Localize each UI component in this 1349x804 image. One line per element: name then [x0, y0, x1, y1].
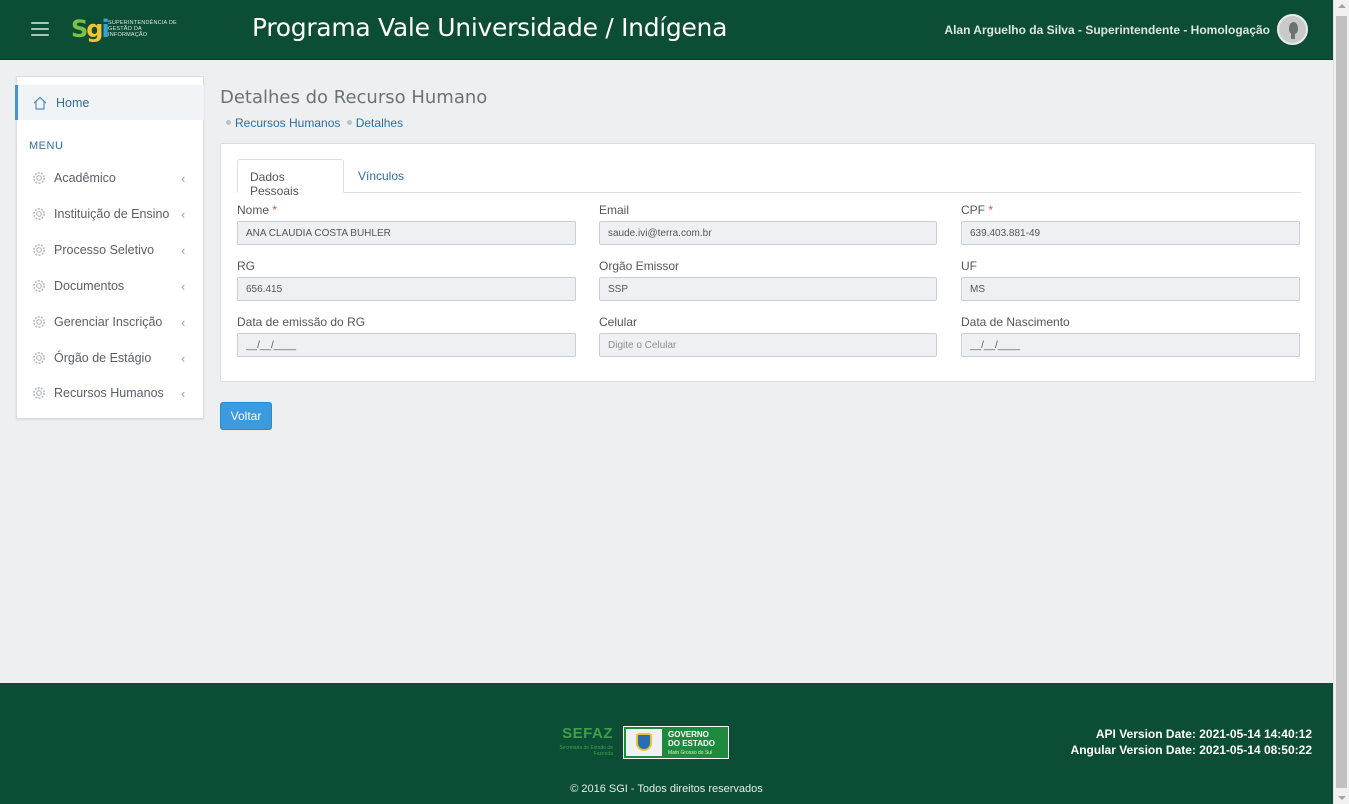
copyright: © 2016 SGI - Todos direitos reservados — [570, 783, 763, 795]
data-emissao-rg-label: Data de emissão do RG — [237, 315, 366, 329]
page-title: Detalhes do Recurso Humano — [220, 87, 488, 108]
scroll-down-icon[interactable] — [1338, 796, 1346, 800]
home-icon — [33, 96, 47, 110]
gear-icon — [33, 244, 45, 256]
scroll-up-icon[interactable] — [1338, 4, 1346, 8]
menu-icon[interactable] — [31, 22, 49, 36]
sidebar-item-label: Órgão de Estágio — [54, 351, 152, 365]
user-name[interactable]: Alan Arguelho da Silva - Superintendente… — [944, 23, 1270, 37]
app-title: Programa Vale Universidade / Indígena — [252, 13, 728, 42]
sgi-logo-mark: Sgi — [71, 15, 110, 43]
governo-logo-subtitle: Mato Grosso do Sul — [668, 750, 713, 756]
sidebar-item-academico[interactable]: Acadêmico ‹ — [17, 163, 205, 193]
email-label: Email — [599, 203, 630, 217]
nome-label: Nome * — [237, 203, 277, 217]
tab-vinculos[interactable]: Vínculos — [346, 159, 416, 193]
voltar-button[interactable]: Voltar — [220, 402, 272, 430]
sidebar-item-processo-seletivo[interactable]: Processo Seletivo ‹ — [17, 235, 205, 265]
tab-dados-pessoais[interactable]: Dados Pessoais — [237, 159, 344, 198]
details-card: Dados Pessoais Vínculos Nome * Email CPF… — [220, 143, 1316, 382]
governo-line1: GOVERNO — [668, 730, 709, 739]
footer: SEFAZ Secretaria de Estado de Fazenda GO… — [0, 683, 1333, 804]
cpf-label: CPF * — [961, 203, 993, 217]
sidebar-item-orgao-estagio[interactable]: Órgão de Estágio ‹ — [17, 343, 205, 373]
sidebar-item-label: Gerenciar Inscrição — [54, 315, 163, 329]
gear-icon — [33, 280, 45, 292]
uf-field[interactable] — [961, 277, 1300, 301]
chevron-left-icon: ‹ — [181, 315, 186, 330]
data-nascimento-field[interactable] — [961, 333, 1300, 357]
version-info: API Version Date: 2021-05-14 14:40:12 An… — [1071, 726, 1312, 758]
sgi-logo-subtitle: SUPERINTENDÊNCIA DE GESTÃO DA INFORMAÇÃO — [108, 20, 177, 38]
chevron-left-icon: ‹ — [181, 243, 186, 258]
scrollbar-thumb[interactable] — [1336, 16, 1347, 788]
breadcrumb-detalhes[interactable]: Detalhes — [356, 116, 403, 130]
user-avatar-icon[interactable] — [1277, 14, 1308, 45]
email-field[interactable] — [599, 221, 937, 245]
sidebar-item-label: Documentos — [54, 279, 125, 293]
required-marker: * — [988, 203, 994, 217]
sidebar-item-gerenciar-inscricao[interactable]: Gerenciar Inscrição ‹ — [17, 307, 205, 337]
chevron-left-icon: ‹ — [181, 279, 186, 294]
uf-label: UF — [961, 259, 977, 273]
sidebar-item-label: Acadêmico — [54, 171, 116, 185]
breadcrumb-separator — [226, 120, 231, 126]
celular-field[interactable] — [599, 333, 937, 357]
governo-logo-title: GOVERNO DO ESTADO — [668, 730, 715, 748]
sidebar-item-recursos-humanos[interactable]: Recursos Humanos ‹ — [17, 378, 205, 408]
rg-label: RG — [237, 259, 255, 273]
sefaz-logo-title: SEFAZ — [562, 725, 613, 742]
sidebar-item-documentos[interactable]: Documentos ‹ — [17, 271, 205, 301]
sidebar: Home MENU Acadêmico ‹ Instituição de Ens… — [15, 76, 205, 419]
sefaz-logo-subtitle: Secretaria de Estado de Fazenda — [559, 745, 613, 757]
celular-label: Celular — [599, 315, 638, 329]
breadcrumb-recursos-humanos[interactable]: Recursos Humanos — [235, 116, 340, 130]
nome-field[interactable] — [237, 221, 576, 245]
orgao-emissor-field[interactable] — [599, 277, 937, 301]
rg-field[interactable] — [237, 277, 576, 301]
sefaz-logo: SEFAZ Secretaria de Estado de Fazenda — [549, 725, 613, 761]
top-header: Sgi SUPERINTENDÊNCIA DE GESTÃO DA INFORM… — [0, 0, 1333, 60]
sidebar-item-instituicao[interactable]: Instituição de Ensino ‹ — [17, 199, 205, 229]
sidebar-item-label: Processo Seletivo — [54, 243, 155, 257]
sidebar-item-label: Instituição de Ensino — [54, 207, 170, 221]
breadcrumb-separator — [346, 120, 352, 126]
chevron-left-icon: ‹ — [181, 386, 186, 401]
gear-icon — [33, 208, 45, 220]
chevron-left-icon: ‹ — [181, 171, 186, 186]
sgi-logo[interactable]: Sgi SUPERINTENDÊNCIA DE GESTÃO DA INFORM… — [71, 15, 177, 45]
chevron-left-icon: ‹ — [181, 207, 186, 222]
tab-bar: Dados Pessoais Vínculos — [237, 159, 1301, 198]
cpf-field[interactable] — [961, 221, 1300, 245]
breadcrumb: Recursos Humanos Detalhes — [226, 116, 406, 130]
api-version: API Version Date: 2021-05-14 14:40:12 — [1095, 727, 1312, 741]
sidebar-item-home[interactable]: Home — [15, 85, 204, 120]
gear-icon — [33, 316, 45, 328]
gear-icon — [33, 172, 45, 184]
sidebar-item-label: Home — [56, 96, 90, 110]
nome-label-text: Nome — [237, 203, 270, 217]
governo-logo: GOVERNO DO ESTADO Mato Grosso do Sul — [623, 726, 729, 759]
angular-version: Angular Version Date: 2021-05-14 08:50:2… — [1070, 743, 1312, 757]
gear-icon — [33, 387, 45, 399]
menu-section-title: MENU — [29, 140, 64, 152]
governo-line2: DO ESTADO — [668, 739, 715, 748]
chevron-left-icon: ‹ — [181, 351, 186, 366]
data-emissao-rg-field[interactable] — [237, 333, 576, 357]
coat-of-arms-icon — [626, 729, 662, 756]
orgao-emissor-label: Orgão Emissor — [599, 259, 680, 273]
required-marker: * — [272, 203, 278, 217]
page-scrollbar[interactable] — [1333, 0, 1349, 804]
sidebar-item-label: Recursos Humanos — [54, 386, 164, 400]
data-nascimento-label: Data de Nascimento — [961, 315, 1070, 329]
gear-icon — [33, 352, 45, 364]
cpf-label-text: CPF — [961, 203, 985, 217]
